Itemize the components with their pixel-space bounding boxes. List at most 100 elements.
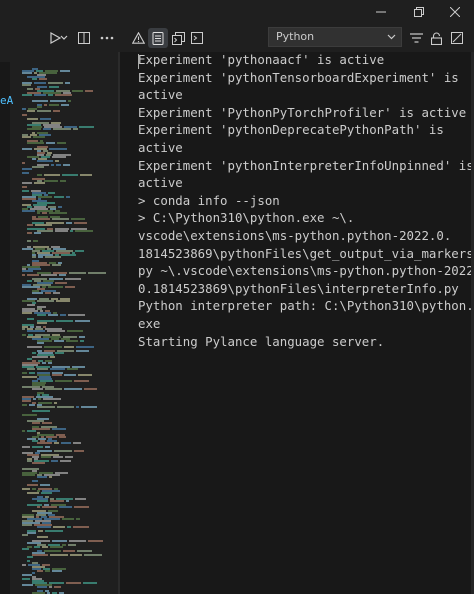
- debug-console-tab[interactable]: [168, 28, 188, 48]
- minimap-line: [52, 218, 69, 220]
- minimap-line: [76, 518, 80, 520]
- minimap-line: [22, 94, 32, 96]
- minimap-line: [22, 210, 35, 212]
- minimap-line: [69, 540, 86, 542]
- minimap-line: [22, 578, 30, 580]
- minimap-line: [64, 374, 76, 376]
- close-button[interactable]: [436, 0, 474, 24]
- minimap-line: [84, 388, 97, 390]
- minimap-line: [22, 404, 27, 406]
- minimap-line: [53, 456, 63, 458]
- output-line: vscode\extensions\ms-python.python-2022.…: [138, 227, 452, 243]
- minimap-line: [76, 350, 89, 352]
- output-line: py ~\.vscode\extensions\ms-python.python…: [138, 263, 474, 279]
- minimize-button[interactable]: [362, 0, 400, 24]
- minimap-line: [32, 256, 36, 258]
- output-channel-value: Python: [276, 30, 315, 43]
- minimap-line: [88, 272, 106, 274]
- minimap-line: [32, 100, 48, 102]
- minimap[interactable]: [22, 68, 112, 594]
- output-line: Experiment 'pythonaacf' is active: [138, 52, 385, 67]
- minimap-line: [74, 450, 84, 452]
- minimap-line: [45, 256, 61, 258]
- minimap-line: [55, 230, 68, 232]
- warning-icon: [131, 32, 145, 44]
- minimap-line: [66, 222, 72, 224]
- minimap-line: [27, 280, 32, 282]
- minimap-line: [32, 488, 36, 490]
- output-log[interactable]: Experiment 'pythonaacf' is active Experim…: [138, 51, 474, 350]
- output-line: Starting Pylance language server.: [138, 333, 385, 349]
- clear-output-button[interactable]: [447, 28, 467, 48]
- minimap-line: [22, 168, 32, 170]
- problems-tab[interactable]: [128, 28, 148, 48]
- minimap-line: [22, 414, 37, 416]
- restore-button[interactable]: [400, 0, 438, 24]
- minimap-line: [54, 442, 59, 444]
- terminal-tab[interactable]: [187, 28, 207, 48]
- minimap-line: [60, 180, 66, 182]
- minimap-line: [27, 532, 36, 534]
- minimap-line: [27, 368, 35, 370]
- minimap-line: [50, 368, 65, 370]
- minimap-line: [52, 428, 66, 430]
- minimap-line: [66, 196, 70, 198]
- minimap-line: [80, 174, 92, 176]
- minimap-line: [52, 540, 67, 542]
- minimap-line: [48, 192, 55, 194]
- clear-output-icon: [451, 32, 463, 44]
- minimap-line: [37, 342, 44, 344]
- editor-area[interactable]: eA: [0, 52, 118, 594]
- lock-scroll-button[interactable]: [426, 28, 446, 48]
- minimap-line: [51, 460, 58, 462]
- minimap-line: [22, 534, 28, 536]
- minimap-line: [56, 300, 70, 302]
- minimap-line: [52, 156, 66, 158]
- minimap-line: [79, 126, 94, 128]
- editor-text-fragment: eA: [0, 94, 14, 107]
- minimap-line: [49, 104, 59, 106]
- toolbar: [0, 24, 474, 52]
- minimap-line: [37, 322, 47, 324]
- output-line: active: [138, 139, 183, 155]
- output-line: Python interpreter path: C:\Python310\py…: [138, 298, 474, 314]
- split-editor-button[interactable]: [74, 28, 94, 48]
- more-actions-button[interactable]: [97, 28, 117, 48]
- minimap-line: [37, 586, 47, 588]
- output-channel-select[interactable]: Python: [268, 27, 402, 47]
- minimap-line: [67, 330, 83, 332]
- output-tab[interactable]: [148, 28, 168, 48]
- filter-button[interactable]: [406, 28, 426, 48]
- minimap-line: [73, 442, 81, 444]
- output-panel[interactable]: Experiment 'pythonaacf' is active Experim…: [120, 52, 474, 594]
- debug-console-icon: [171, 31, 185, 45]
- minimap-line: [62, 174, 78, 176]
- editor-gutter: [0, 62, 10, 594]
- output-line: > conda info --json: [138, 192, 280, 208]
- minimap-line: [42, 422, 52, 424]
- minimap-line: [51, 164, 54, 166]
- minimap-line: [66, 340, 78, 342]
- minimap-line: [44, 550, 61, 552]
- minimap-line: [55, 282, 67, 284]
- minimap-line: [37, 506, 40, 508]
- minimap-line: [75, 230, 93, 232]
- run-options-button[interactable]: [58, 28, 70, 48]
- output-line: Experiment 'pythonTensorboardExperiment'…: [138, 69, 459, 85]
- minimap-line: [50, 356, 55, 358]
- minimap-line: [66, 500, 69, 502]
- output-line: active: [138, 175, 183, 191]
- minimap-line: [52, 264, 61, 266]
- list-filter-icon: [409, 33, 423, 43]
- minimap-line: [48, 286, 63, 288]
- minimap-line: [39, 78, 47, 80]
- minimap-line: [37, 406, 55, 408]
- minimap-line: [48, 94, 53, 96]
- minimap-line: [88, 540, 103, 542]
- minimap-line: [55, 160, 59, 162]
- minimap-line: [61, 442, 71, 444]
- minimap-line: [37, 526, 51, 528]
- minimap-line: [77, 550, 92, 552]
- minimap-line: [27, 304, 35, 306]
- minimap-line: [22, 190, 29, 192]
